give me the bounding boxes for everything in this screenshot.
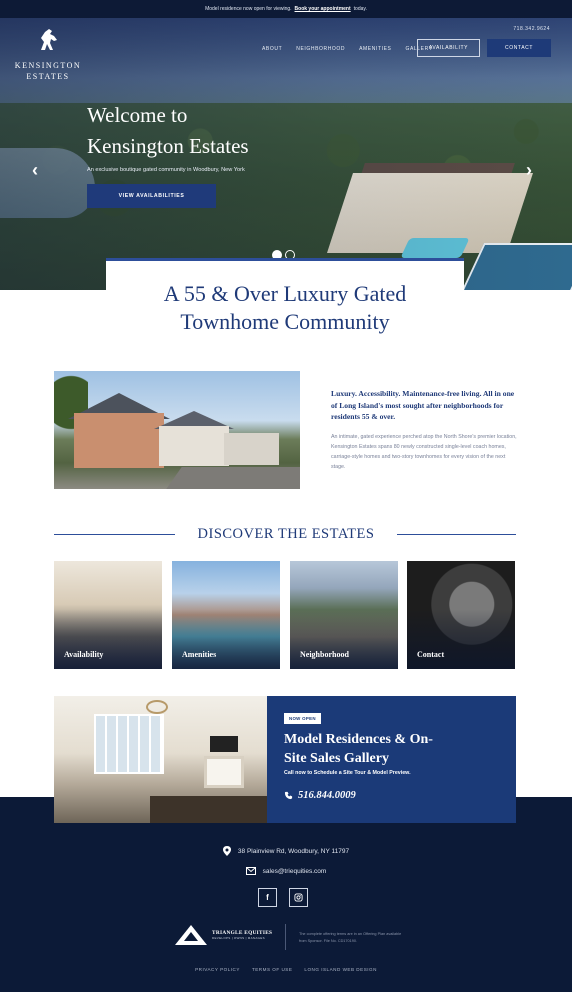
intro-body: An intimate, gated experience perched at…: [331, 434, 517, 470]
house-shape: [159, 426, 229, 466]
model-phone-number: 516.844.0009: [298, 790, 356, 801]
house-shape: [224, 433, 279, 465]
footer-address[interactable]: 38 Plainview Rd, Woodbury, NY 11797: [0, 846, 572, 856]
developer-logo-text: TRIANGLE EQUITIES DEVELOPS | OWNS | MANA…: [212, 930, 272, 940]
mail-icon: [245, 867, 256, 875]
model-title-line2: Site Sales Gallery: [284, 751, 389, 766]
instagram-glyph: [294, 893, 303, 902]
privacy-policy-link[interactable]: PRIVACY POLICY: [195, 967, 240, 972]
fireplace-shape: [204, 756, 244, 788]
availability-button[interactable]: AVAILABILITY: [417, 39, 480, 57]
headline-line1: A 55 & Over Luxury Gated: [163, 281, 407, 306]
tile-amenities[interactable]: Amenities: [172, 561, 280, 669]
footer-divider: [285, 924, 286, 950]
social-links: f: [258, 888, 308, 907]
chevron-right-icon[interactable]: ›: [526, 160, 532, 181]
footer-disclaimer: The complete offering terms are in an Of…: [299, 932, 402, 943]
logo-name-line2: ESTATES: [26, 72, 70, 81]
page-headline: A 55 & Over Luxury Gated Townhome Commun…: [106, 261, 464, 336]
announcement-text: Model residence now open for viewing.: [205, 6, 292, 12]
main-nav: ABOUT NEIGHBORHOOD AMENITIES GALLERY: [262, 40, 433, 52]
tile-contact[interactable]: Contact: [407, 561, 515, 669]
map-pin-icon: [222, 846, 231, 856]
hero-title-line2: Kensington Estates: [87, 134, 249, 158]
footer-links: PRIVACY POLICY TERMS OF USE LONG ISLAND …: [0, 967, 572, 972]
footer-email[interactable]: sales@triequities.com: [0, 867, 572, 875]
hero-title: Welcome to Kensington Estates: [87, 100, 347, 162]
nav-amenities[interactable]: AMENITIES: [359, 40, 391, 52]
divider-line: [54, 534, 175, 535]
model-subtitle: Call now to Schedule a Site Tour & Model…: [284, 770, 411, 776]
intro-lead: Luxury. Accessibility. Maintenance-free …: [331, 389, 515, 421]
horse-icon: [41, 29, 57, 50]
discover-title: DISCOVER THE ESTATES: [197, 526, 375, 542]
tile-neighborhood[interactable]: Neighborhood: [290, 561, 398, 669]
contact-button[interactable]: CONTACT: [487, 39, 551, 57]
house-shape: [74, 413, 164, 468]
road-shape: [166, 467, 300, 489]
footer-address-text: 38 Plainview Rd, Woodbury, NY 11797: [237, 847, 350, 855]
announcement-suffix: today.: [353, 6, 367, 12]
divider-line: [397, 534, 516, 535]
logo-name-line1: KENSINGTON: [14, 61, 82, 70]
facebook-icon[interactable]: f: [258, 888, 277, 907]
web-design-link[interactable]: LONG ISLAND WEB DESIGN: [304, 967, 377, 972]
tile-label: Contact: [417, 650, 445, 659]
tile-availability[interactable]: Availability: [54, 561, 162, 669]
table-shape: [150, 796, 267, 823]
now-open-badge: NOW OPEN: [284, 713, 321, 724]
model-interior-image: [54, 696, 267, 823]
terms-of-use-link[interactable]: TERMS OF USE: [252, 967, 292, 972]
tv-shape: [210, 736, 238, 752]
site-logo[interactable]: KENSINGTON ESTATES: [14, 28, 82, 82]
book-appointment-link[interactable]: Book your appointment: [295, 6, 351, 12]
headline-card: A 55 & Over Luxury Gated Townhome Commun…: [106, 258, 464, 338]
instagram-icon[interactable]: [289, 888, 308, 907]
window-shape: [94, 714, 164, 774]
model-title: Model Residences & On- Site Sales Galler…: [284, 730, 494, 768]
tile-label: Availability: [64, 650, 104, 659]
phone-icon: [284, 791, 293, 800]
nav-about[interactable]: ABOUT: [262, 40, 282, 52]
headline-line2: Townhome Community: [180, 309, 390, 334]
nav-neighborhood[interactable]: NEIGHBORHOOD: [296, 40, 345, 52]
chevron-left-icon[interactable]: ‹: [32, 160, 38, 181]
header-phone[interactable]: 718.342.9624: [513, 26, 550, 32]
triangle-logo-icon: [175, 925, 207, 945]
announcement-bar: Model residence now open for viewing. Bo…: [0, 0, 572, 18]
view-availabilities-button[interactable]: VIEW AVAILABILITIES: [87, 184, 216, 208]
chandelier-shape: [146, 700, 168, 714]
developer-logo[interactable]: TRIANGLE EQUITIES DEVELOPS | OWNS | MANA…: [174, 924, 272, 946]
tile-label: Amenities: [182, 650, 217, 659]
model-phone-link[interactable]: 516.844.0009: [284, 790, 356, 801]
townhomes-image: [54, 371, 300, 489]
model-title-line1: Model Residences & On-: [284, 732, 433, 747]
developer-tagline: DEVELOPS | OWNS | MANAGES: [212, 936, 265, 940]
hero-title-line1: Welcome to: [87, 103, 188, 127]
tile-label: Neighborhood: [300, 650, 349, 659]
hero-subtitle: An exclusive boutique gated community in…: [87, 167, 245, 173]
footer-email-text: sales@triequities.com: [262, 867, 327, 875]
hero-slider: KENSINGTON ESTATES 718.342.9624 ABOUT NE…: [0, 18, 572, 290]
